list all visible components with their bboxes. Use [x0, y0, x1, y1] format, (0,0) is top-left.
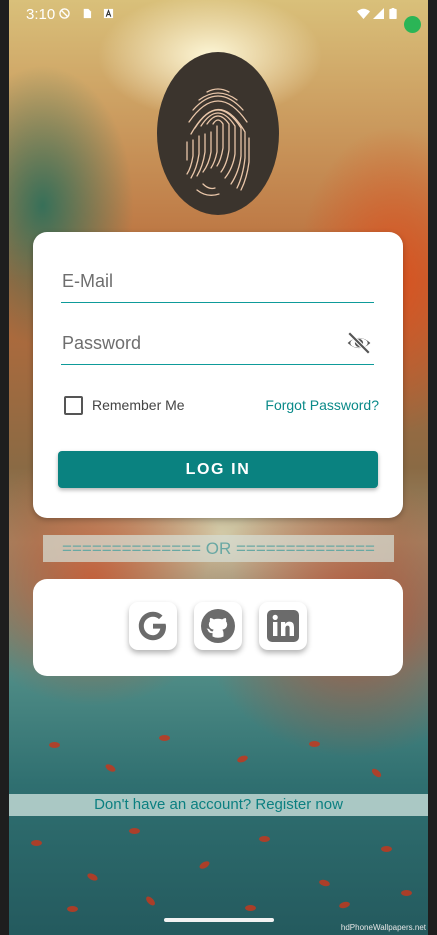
wifi-icon — [357, 8, 370, 19]
github-login-button[interactable] — [194, 602, 242, 650]
linkedin-icon — [267, 610, 299, 642]
signal-icon — [373, 8, 384, 19]
remember-me-label: Remember Me — [92, 397, 185, 413]
a-notification-icon — [103, 8, 114, 19]
register-link[interactable]: Don't have an account? Register now — [9, 794, 428, 816]
sd-card-icon — [83, 8, 92, 19]
recording-dot — [404, 16, 421, 33]
login-screen: 3:10 E-Mail Remember Me Forgot Password?… — [9, 0, 428, 935]
linkedin-login-button[interactable] — [259, 602, 307, 650]
status-bar: 3:10 — [9, 0, 428, 33]
fingerprint-icon — [186, 88, 250, 196]
password-field-container — [61, 324, 374, 365]
login-card: Remember Me Forgot Password? LOG IN — [33, 232, 403, 518]
forgot-password-link[interactable]: Forgot Password? — [265, 397, 379, 413]
status-time: 3:10 — [26, 6, 56, 23]
login-button[interactable]: LOG IN — [58, 451, 378, 488]
email-field-container — [61, 262, 374, 303]
or-divider: ============== OR ============== — [43, 535, 394, 562]
battery-icon — [389, 8, 397, 19]
github-icon — [201, 609, 235, 643]
remember-me-checkbox[interactable]: Remember Me — [64, 395, 185, 415]
watermark: hdPhoneWallpapers.net — [340, 923, 426, 932]
do-not-disturb-icon — [59, 8, 70, 19]
password-field[interactable] — [62, 330, 342, 356]
fingerprint-logo — [157, 52, 279, 215]
google-login-button[interactable] — [129, 602, 177, 650]
email-field[interactable] — [62, 268, 342, 294]
social-login-card — [33, 579, 403, 676]
google-icon — [138, 611, 166, 641]
home-indicator[interactable] — [164, 918, 274, 922]
checkbox-box[interactable] — [64, 395, 83, 415]
visibility-off-icon[interactable] — [346, 330, 372, 356]
